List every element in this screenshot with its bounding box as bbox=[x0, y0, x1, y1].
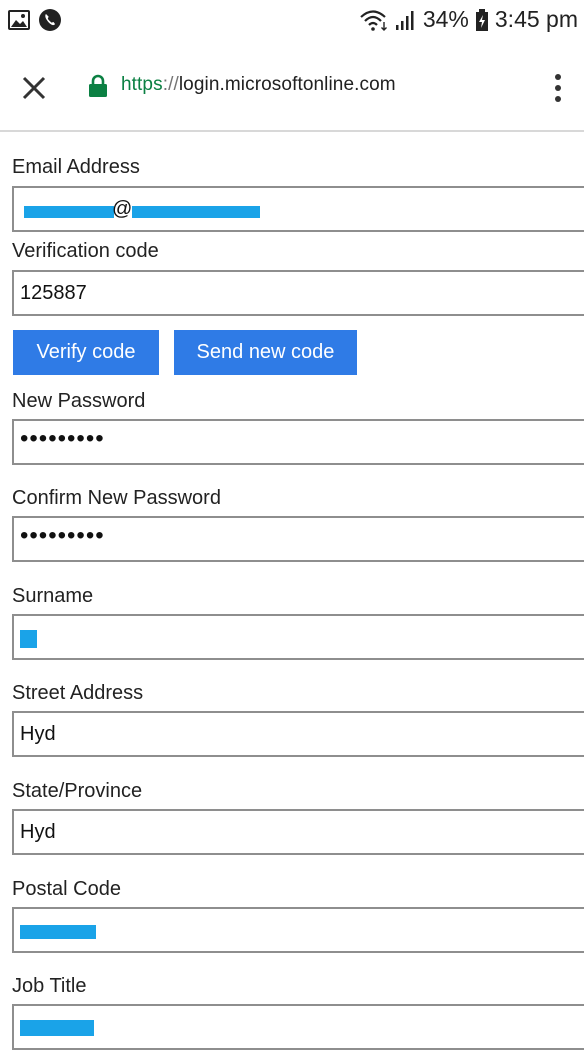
verify-code-button[interactable]: Verify code bbox=[13, 330, 159, 375]
email-at-sign: @ bbox=[112, 198, 133, 220]
status-bar: 34% 3:45 pm bbox=[0, 0, 584, 44]
job-title-field[interactable] bbox=[12, 1004, 584, 1050]
redacted-region bbox=[20, 1020, 94, 1036]
redacted-region bbox=[20, 925, 96, 939]
url-host: login.microsoftonline.com bbox=[178, 74, 396, 95]
url-scheme: https bbox=[121, 74, 163, 95]
surname-field[interactable] bbox=[12, 614, 584, 660]
lock-icon bbox=[89, 74, 107, 97]
close-icon[interactable] bbox=[18, 72, 50, 104]
email-field[interactable]: @ bbox=[12, 186, 584, 232]
verification-code-field[interactable]: 125887 bbox=[12, 270, 584, 316]
confirm-password-field[interactable]: ••••••••• bbox=[12, 516, 584, 562]
confirm-password-label: Confirm New Password bbox=[12, 487, 221, 509]
redacted-region bbox=[132, 206, 260, 218]
verification-code-label: Verification code bbox=[12, 240, 159, 262]
status-right: 34% 3:45 pm bbox=[359, 6, 578, 33]
confirm-password-value: ••••••••• bbox=[20, 522, 105, 549]
battery-percent: 34% bbox=[422, 6, 469, 32]
url-text[interactable]: https://login.microsoftonline.com bbox=[121, 74, 396, 96]
new-password-label: New Password bbox=[12, 390, 146, 412]
street-address-value: Hyd bbox=[20, 722, 56, 745]
postal-code-label: Postal Code bbox=[12, 878, 121, 900]
browser-url-bar: https://login.microsoftonline.com bbox=[0, 44, 584, 132]
state-province-field[interactable]: Hyd bbox=[12, 809, 584, 855]
email-label: Email Address bbox=[12, 156, 140, 178]
wifi-icon bbox=[360, 9, 387, 31]
phone-call-icon bbox=[39, 9, 61, 31]
street-address-label: Street Address bbox=[12, 682, 144, 704]
street-address-field[interactable]: Hyd bbox=[12, 711, 584, 757]
send-new-code-button[interactable]: Send new code bbox=[174, 330, 357, 375]
clock: 3:45 pm bbox=[494, 6, 578, 32]
verification-code-value: 125887 bbox=[20, 281, 87, 304]
surname-label: Surname bbox=[12, 585, 94, 607]
postal-code-field[interactable] bbox=[12, 907, 584, 953]
job-title-label: Job Title bbox=[12, 975, 87, 997]
more-options-icon[interactable] bbox=[554, 72, 562, 104]
url-separator: :// bbox=[162, 74, 179, 95]
redacted-region bbox=[24, 206, 114, 218]
state-province-label: State/Province bbox=[12, 780, 143, 802]
redacted-region bbox=[20, 630, 37, 648]
gallery-notification-icon bbox=[8, 10, 30, 30]
new-password-value: ••••••••• bbox=[20, 425, 105, 452]
battery-charging-icon bbox=[475, 8, 488, 31]
status-left-icons bbox=[8, 8, 62, 32]
state-province-value: Hyd bbox=[20, 820, 56, 843]
signal-icon bbox=[395, 10, 414, 30]
new-password-field[interactable]: ••••••••• bbox=[12, 419, 584, 465]
